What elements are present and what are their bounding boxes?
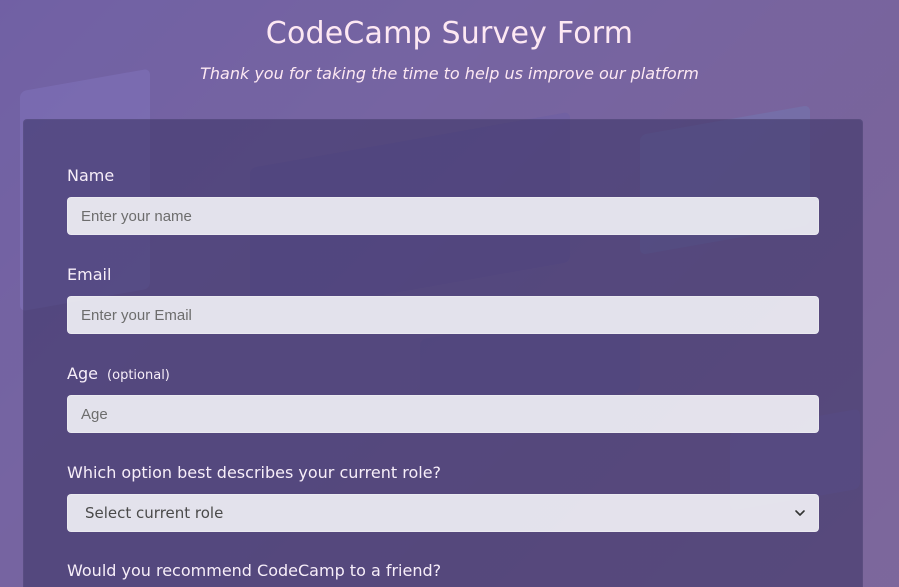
recommend-field-group: Would you recommend CodeCamp to a friend… xyxy=(67,561,819,580)
age-label: Age xyxy=(67,364,98,383)
survey-form: Name Email Age (optional) Which option b… xyxy=(23,119,863,587)
role-selected-value: Select current role xyxy=(85,504,224,522)
recommend-label: Would you recommend CodeCamp to a friend… xyxy=(67,561,442,580)
name-label: Name xyxy=(67,166,115,185)
email-field-group: Email xyxy=(67,265,819,334)
optional-note: (optional) xyxy=(107,368,170,383)
page-header: CodeCamp Survey Form Thank you for takin… xyxy=(0,0,899,83)
age-label-wrapper: Age (optional) xyxy=(67,364,170,383)
chevron-down-icon xyxy=(792,505,808,521)
page-subtitle: Thank you for taking the time to help us… xyxy=(200,64,699,83)
page-title: CodeCamp Survey Form xyxy=(265,16,634,51)
age-field-group: Age (optional) xyxy=(67,364,819,433)
role-select[interactable]: Select current role xyxy=(67,494,819,532)
role-field-group: Which option best describes your current… xyxy=(67,463,819,532)
name-field-group: Name xyxy=(67,166,819,235)
email-input[interactable] xyxy=(67,296,819,334)
age-input[interactable] xyxy=(67,395,819,433)
name-input[interactable] xyxy=(67,197,819,235)
email-label: Email xyxy=(67,265,112,284)
role-label: Which option best describes your current… xyxy=(67,463,442,482)
